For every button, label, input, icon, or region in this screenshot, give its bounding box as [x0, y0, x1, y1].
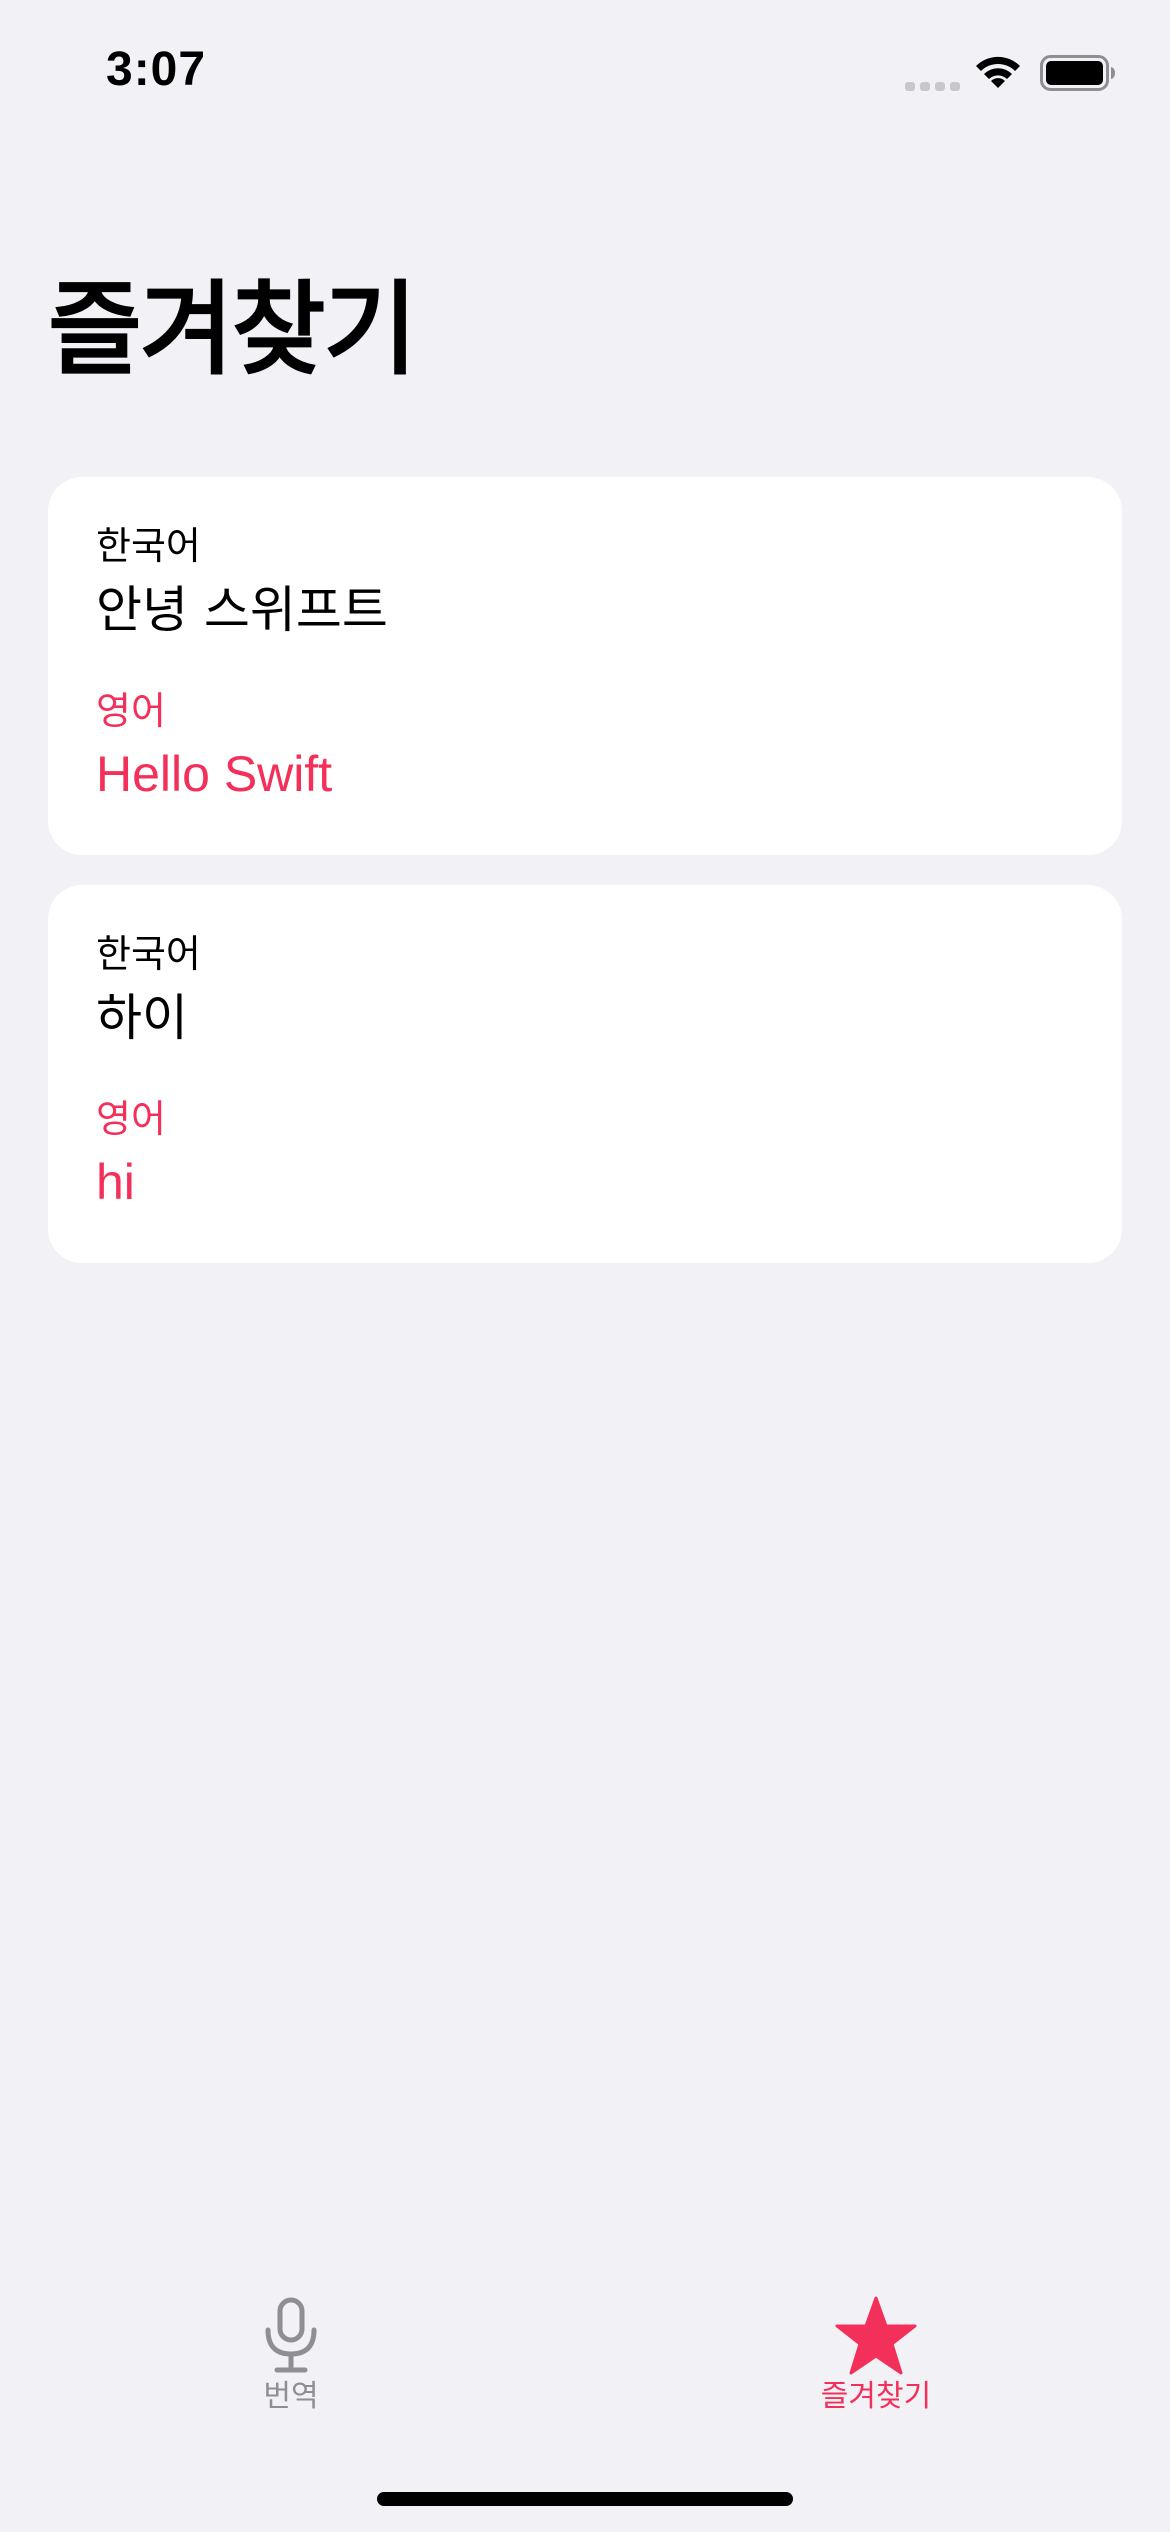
page-title: 즐겨찾기 — [48, 271, 417, 390]
target-text: Hello Swift — [96, 746, 333, 802]
target-language-label: 영어 — [96, 689, 166, 733]
status-time: 3:07 — [106, 43, 207, 96]
favorite-card[interactable]: 한국어 안녕 스위프트 영어 Hello Swift — [48, 477, 1122, 855]
wifi-icon — [976, 56, 1020, 88]
microphone-icon — [265, 2297, 317, 2373]
tab-translate-label: 번역 — [263, 2379, 319, 2414]
star-icon — [835, 2296, 917, 2375]
favorites-screen: 3:07 즐겨찾기 한국어 안녕 스위프트 영어 Hello Swift 한국어… — [0, 0, 1170, 2532]
tab-translate[interactable]: 번역 — [141, 2270, 441, 2430]
tab-favorites-label: 즐겨찾기 — [820, 2379, 932, 2414]
status-bar: 3:07 — [0, 0, 1170, 140]
target-language-label: 영어 — [96, 1097, 166, 1141]
tab-favorites[interactable]: 즐겨찾기 — [726, 2270, 1026, 2430]
home-indicator[interactable] — [377, 2492, 793, 2506]
target-text: hi — [96, 1154, 135, 1210]
cellular-signal-icon — [905, 82, 960, 91]
favorite-card[interactable]: 한국어 하이 영어 hi — [48, 885, 1122, 1263]
source-language-label: 한국어 — [96, 524, 201, 568]
source-text: 안녕 스위프트 — [96, 581, 388, 639]
battery-icon — [1040, 55, 1115, 91]
source-text: 하이 — [96, 989, 188, 1047]
source-language-label: 한국어 — [96, 932, 201, 976]
